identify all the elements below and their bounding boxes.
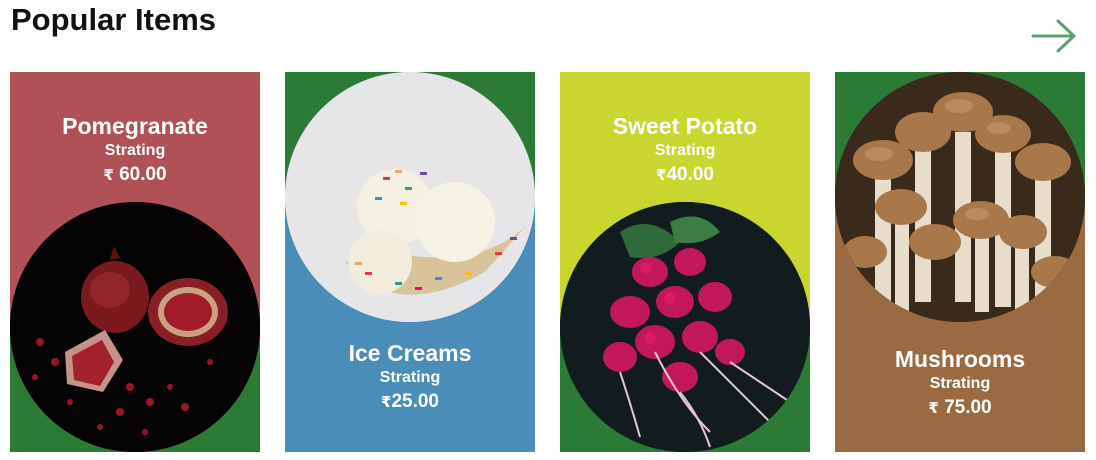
product-card-ice-creams[interactable]: Ice Creams Strating ₹25.00 [285,72,535,452]
product-subtitle: Strating [104,142,166,159]
product-name: Mushrooms [894,346,1026,372]
product-card-sweet-potato[interactable]: Sweet Potato Strating ₹40.00 [560,72,810,452]
currency-symbol: ₹ [381,394,392,411]
product-name: Ice Creams [348,340,472,366]
section-title: Popular Items [11,2,216,37]
mushroom-image [835,72,1085,322]
product-card-pomegranate[interactable]: Pomegranate Strating ₹ 60.00 [10,72,260,452]
card-text: Mushrooms Strating ₹ 75.00 [835,345,1085,422]
product-subtitle: Strating [929,375,991,392]
currency-symbol: ₹ [928,400,939,417]
pomegranate-image [10,202,260,452]
ice-cream-image [285,72,535,322]
product-price: ₹25.00 [285,389,535,416]
radish-image [560,202,810,452]
product-subtitle: Strating [654,142,716,159]
product-price: ₹ 60.00 [10,162,260,189]
product-name: Sweet Potato [612,113,758,139]
price-amount: 60.00 [113,164,167,185]
card-text: Pomegranate Strating ₹ 60.00 [10,112,260,189]
product-subtitle: Strating [379,369,441,386]
price-amount: 40.00 [666,164,714,185]
arrow-right-icon[interactable] [1031,18,1077,54]
card-text: Ice Creams Strating ₹25.00 [285,339,535,416]
product-name: Pomegranate [62,113,208,139]
price-amount: 75.00 [938,397,992,418]
product-price: ₹40.00 [560,162,810,189]
price-amount: 25.00 [391,391,439,412]
product-price: ₹ 75.00 [835,395,1085,422]
product-card-mushrooms[interactable]: Mushrooms Strating ₹ 75.00 [835,72,1085,452]
currency-symbol: ₹ [656,167,667,184]
currency-symbol: ₹ [103,167,114,184]
card-text: Sweet Potato Strating ₹40.00 [560,112,810,189]
